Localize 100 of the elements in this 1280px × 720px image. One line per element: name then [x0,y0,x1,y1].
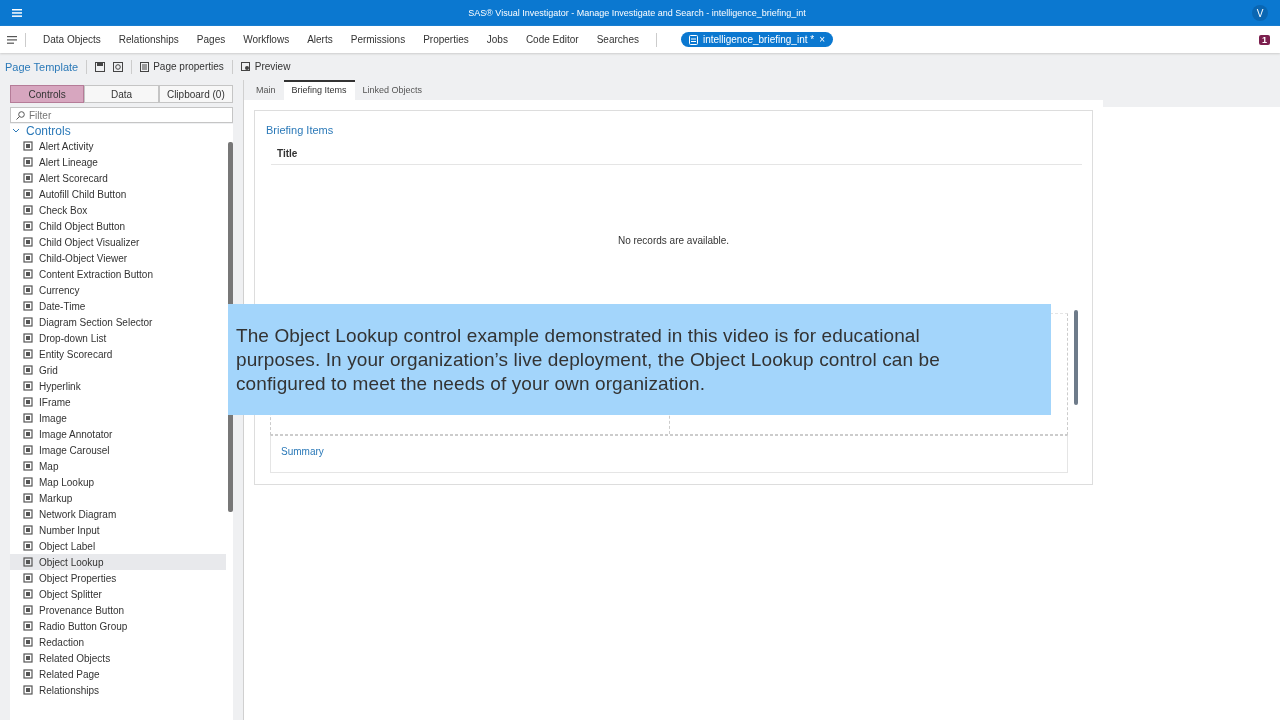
control-list-item[interactable]: Content Extraction Button [10,266,226,282]
control-list-item[interactable]: Map Lookup [10,474,226,490]
control-icon [23,653,33,663]
control-icon [23,557,33,567]
control-list-item[interactable]: Related Page [10,666,226,682]
caption-banner: The Object Lookup control example demonstrated in this video is for educational purposes. In your organization’s live deployment, the Object Lookup control can be configured to meet the needs of your own organization. [228,304,1051,415]
control-icon [23,205,33,215]
open-page-tab[interactable]: intelligence_briefing_int * × [680,32,833,47]
control-list-item[interactable]: Entity Scorecard [10,346,226,362]
control-icon [23,173,33,183]
control-icon [23,285,33,295]
control-icon [23,637,33,647]
control-list-item[interactable]: Provenance Button [10,602,226,618]
nav-link[interactable]: Relationships [118,34,179,45]
control-icon [23,301,33,311]
control-list-item[interactable]: Date-Time [10,298,226,314]
nav-link[interactable]: Alerts [307,34,333,45]
control-list-item[interactable]: IFrame [10,394,226,410]
control-icon [23,253,33,263]
nav-link[interactable]: Code Editor [525,34,579,45]
nav-link[interactable]: Permissions [350,34,406,45]
control-list-item[interactable]: Check Box [10,202,226,218]
controls-group-header[interactable]: Controls [10,124,71,138]
control-icon [23,365,33,375]
control-list-item[interactable]: Related Objects [10,650,226,666]
page-icon [688,34,698,45]
control-icon [23,669,33,679]
control-icon [23,445,33,455]
control-list-item[interactable]: Object Properties [10,570,226,586]
control-list-item[interactable]: Object Label [10,538,226,554]
control-icon [23,189,33,199]
control-list-item[interactable]: Number Input [10,522,226,538]
nav-link[interactable]: Workflows [243,34,290,45]
control-list-item[interactable]: Drop-down List [10,330,226,346]
window-title: SAS® Visual Investigator - Manage Investigate and Search - intelligence_briefing_int [467,8,807,18]
control-list-item[interactable]: Relationships [10,682,226,698]
control-icon [23,589,33,599]
control-icon [23,221,33,231]
save-icon[interactable] [95,61,106,72]
control-list-item[interactable]: Markup [10,490,226,506]
page-template-title: Page Template [5,60,79,73]
control-list-item[interactable]: Child Object Visualizer [10,234,226,250]
page-properties-button[interactable]: Page properties [140,61,224,72]
refresh-icon[interactable] [113,61,124,72]
control-list-item[interactable]: Redaction [10,634,226,650]
menu-icon[interactable] [7,35,17,44]
control-list-item[interactable]: Alert Scorecard [10,170,226,186]
nav-link[interactable]: Data Objects [43,34,101,45]
menu-icon[interactable] [12,9,22,17]
page-tab[interactable]: Main [248,82,284,100]
panel-tab[interactable]: Data [84,85,159,103]
control-icon [23,269,33,279]
nav-link[interactable]: Properties [423,34,469,45]
control-list-item[interactable]: Child Object Button [10,218,226,234]
control-list-item[interactable]: Object Lookup [10,554,226,570]
preview-icon [240,61,251,72]
chevron-icon [12,128,20,134]
control-icon [23,397,33,407]
control-icon [23,685,33,695]
panel-tab[interactable]: Clipboard (0) [158,85,233,103]
nav-link[interactable]: Searches [596,34,639,45]
page-tab[interactable]: Briefing Items [283,80,355,100]
control-list-item[interactable]: Autofill Child Button [10,186,226,202]
section-title: Briefing Items [266,124,335,136]
control-list-item[interactable]: Radio Button Group [10,618,226,634]
nav-link[interactable]: Pages [196,34,226,45]
control-icon [23,381,33,391]
control-icon [23,573,33,583]
control-list-item[interactable]: Hyperlink [10,378,226,394]
control-icon [23,141,33,151]
control-icon [23,429,33,439]
control-list-item[interactable]: Alert Activity [10,138,226,154]
control-list-item[interactable]: Currency [10,282,226,298]
control-list-item[interactable]: Image [10,410,226,426]
preview-button[interactable]: Preview [240,61,291,72]
control-icon [23,621,33,631]
control-list-item[interactable]: Diagram Section Selector [10,314,226,330]
control-list-item[interactable]: Child-Object Viewer [10,250,226,266]
nav-link[interactable]: Jobs [486,34,508,45]
column-header[interactable]: Title [271,148,1082,165]
panel-tab[interactable]: Controls [10,85,85,103]
properties-icon [140,61,150,72]
close-icon[interactable]: × [819,34,825,45]
user-avatar[interactable]: V [1252,5,1268,21]
notification-badge[interactable]: 1 [1259,34,1270,45]
control-list-item[interactable]: Alert Lineage [10,154,226,170]
control-list-item[interactable]: Network Diagram [10,506,226,522]
control-list-item[interactable]: Object Splitter [10,586,226,602]
control-icon [23,525,33,535]
filter-field[interactable]: Filter [10,107,233,123]
control-list-item[interactable]: Map [10,458,226,474]
control-icon [23,541,33,551]
control-icon [23,237,33,247]
summary-label: Summary [281,446,324,457]
control-icon [23,605,33,615]
page-tab[interactable]: Linked Objects [354,82,431,100]
control-list-item[interactable]: Image Carousel [10,442,226,458]
control-list-item[interactable]: Image Annotator [10,426,226,442]
control-icon [23,317,33,327]
control-list-item[interactable]: Grid [10,362,226,378]
